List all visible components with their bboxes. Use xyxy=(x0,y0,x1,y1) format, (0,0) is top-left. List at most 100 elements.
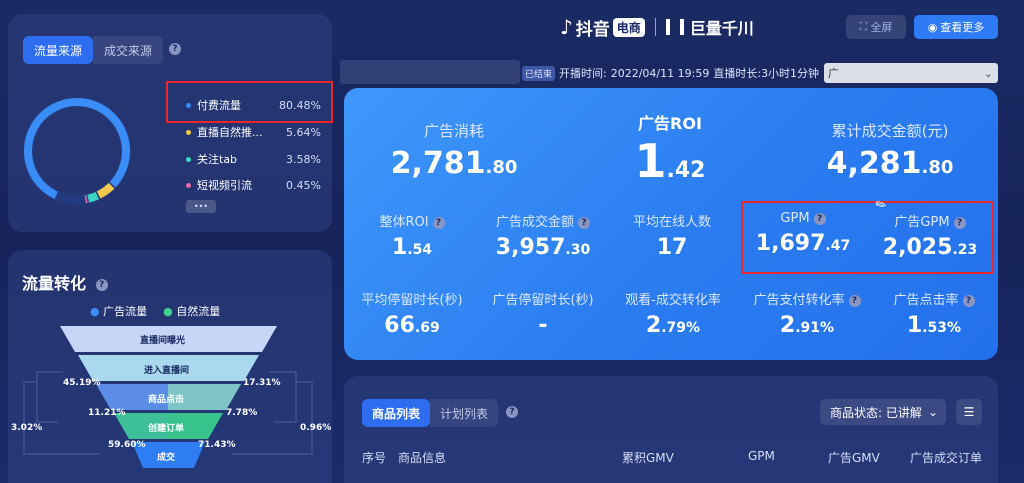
funnel-left-pct-1: 45.19% xyxy=(63,378,101,388)
metric-ad-stay: 广告停留时长(秒) - xyxy=(478,289,608,338)
product-status-select[interactable]: 商品状态: 已讲解 ⌄ xyxy=(820,399,946,425)
legend-item-natural[interactable]: 直播自然推... 5.64% xyxy=(186,124,321,140)
douyin-badge: 电商 xyxy=(612,17,645,37)
metric-label: 广告成交金额? xyxy=(478,211,608,230)
tab-traffic-source-label: 流量来源 xyxy=(33,43,82,58)
column-header-ad-orders: 广告成交订单 xyxy=(910,451,983,465)
start-time-value: 2022/04/11 19:59 xyxy=(610,66,710,80)
qianchuan-logo-icon xyxy=(665,19,684,35)
funnel-outer-right-pct: 0.96% xyxy=(300,423,332,433)
tab-plan-list[interactable]: 计划列表 xyxy=(430,399,498,427)
list-settings-icon: ☰ xyxy=(963,405,975,419)
funnel-legend: ● 广告流量 ● 自然流量 xyxy=(90,303,220,319)
traffic-source-panel: 流量来源 成交来源 ? xyxy=(8,14,332,232)
legend-label: 直播自然推... xyxy=(197,126,263,139)
funnel-right-pct-1: 17.31% xyxy=(243,378,281,388)
legend-dot xyxy=(186,156,191,162)
metric-ad-ctr: 广告点击率? 1.53% xyxy=(874,289,994,338)
funnel-stage-order: 创建订单 xyxy=(148,424,185,434)
douyin-logo-icon: ♪ xyxy=(560,15,573,39)
column-header-index: 序号 xyxy=(362,451,387,465)
help-icon[interactable]: ? xyxy=(95,278,108,291)
funnel-legend-ad: ● 广告流量 xyxy=(90,305,148,318)
duration-value: 3小时1分钟 xyxy=(761,67,820,80)
funnel-stage-exposure: 直播间曝光 xyxy=(140,336,186,346)
metric-label: 广告点击率? xyxy=(874,289,994,308)
metric-label: 观看-成交转化率 xyxy=(625,293,721,308)
metric-value: 1.54 xyxy=(391,235,433,260)
funnel-stage-click: 商品点击 xyxy=(148,395,185,405)
metric-label: 广告停留时长(秒) xyxy=(492,293,594,308)
metric-overall-roi: 整体ROI? 1.54 xyxy=(352,211,472,260)
metric-label: 广告支付转化率? xyxy=(742,289,872,308)
legend-pct: 3.58% xyxy=(286,152,321,166)
live-room-select[interactable]: 广 ⌄ xyxy=(824,63,998,83)
metric-label: 整体ROI? xyxy=(352,211,472,230)
column-header-product-info: 商品信息 xyxy=(398,451,447,465)
help-icon[interactable]: ? xyxy=(432,216,445,229)
metric-label: 广告消耗 xyxy=(423,122,484,140)
tab-traffic-source[interactable]: 流量来源 xyxy=(23,36,93,64)
metric-label: 累计成交金额(元) xyxy=(831,122,949,140)
metric-ad-pay-rate: 广告支付转化率? 2.91% xyxy=(742,289,872,338)
funnel-outer-left-pct: 3.02% xyxy=(11,423,43,433)
donut-slice-2 xyxy=(23,98,130,204)
qianchuan-text: 巨量千川 xyxy=(689,19,754,38)
metric-ad-deal-amount: 广告成交金额? 3,957.30 xyxy=(478,211,608,260)
help-icon[interactable]: ? xyxy=(169,43,181,55)
metric-value: 2.79% xyxy=(645,313,701,338)
metric-ad-cost: 广告消耗 2,781.80 xyxy=(374,120,534,181)
funnel-title: 流量转化 ? xyxy=(22,270,108,294)
metric-label: 广告ROI xyxy=(638,114,702,133)
funnel-right-pct-3: 71.43% xyxy=(198,440,236,450)
metric-avg-stay: 平均停留时长(秒) 66.69 xyxy=(352,289,472,338)
funnel-right-pct-2: 7.78% xyxy=(226,408,258,418)
legend-more-button[interactable]: ••• xyxy=(186,200,216,213)
tab-deal-source[interactable]: 成交来源 xyxy=(93,36,163,64)
fullscreen-button[interactable]: ⛶ 全屏 xyxy=(846,15,906,39)
metric-avg-online: 平均在线人数 17 xyxy=(612,211,732,260)
legend-label: 短视频引流 xyxy=(197,179,252,192)
start-time-label: 开播时间: xyxy=(559,67,607,80)
column-settings-button[interactable]: ☰ xyxy=(956,399,982,425)
metric-label: 平均在线人数 xyxy=(632,215,711,230)
live-status-badge: 已结束 xyxy=(522,65,556,81)
funnel-legend-natural: ● 自然流量 xyxy=(163,305,221,318)
legend-item-short-video[interactable]: 短视频引流 0.45% xyxy=(186,177,321,193)
duration-label: 直播时长: xyxy=(713,67,762,80)
product-status-select-value: 商品状态: 已讲解 xyxy=(830,405,922,420)
metric-value: 2.91% xyxy=(779,313,835,338)
help-icon[interactable]: ? xyxy=(578,216,590,229)
metric-label: 平均停留时长(秒) xyxy=(361,293,463,308)
eye-icon: ◉ xyxy=(927,20,938,34)
metric-total-deal: 累计成交金额(元) 4,281.80 xyxy=(800,120,980,181)
help-icon[interactable]: ? xyxy=(506,406,518,418)
product-panel xyxy=(344,376,998,483)
column-header-gpm: GPM xyxy=(748,449,775,463)
metric-view-deal-rate: 观看-成交转化率 2.79% xyxy=(608,289,738,338)
tab-deal-source-label: 成交来源 xyxy=(103,43,152,58)
metric-value: 3,957.30 xyxy=(495,235,591,260)
tab-product-list-label: 商品列表 xyxy=(371,406,420,421)
help-icon[interactable]: ? xyxy=(962,294,975,307)
legend-label: 关注tab xyxy=(197,153,238,166)
blurred-area xyxy=(340,60,520,84)
tab-plan-list-label: 计划列表 xyxy=(439,406,488,421)
metric-value: 17 xyxy=(656,235,688,260)
view-more-label: 查看更多 xyxy=(940,21,985,34)
donut-slice-1 xyxy=(23,98,130,204)
help-icon[interactable]: ? xyxy=(848,294,861,307)
donut-slice-0 xyxy=(23,98,130,204)
legend-dot xyxy=(186,182,191,188)
view-more-button[interactable]: ◉ 查看更多 xyxy=(914,15,998,39)
metric-value: 1.42 xyxy=(634,134,706,188)
column-header-ad-gmv: 广告GMV xyxy=(828,451,880,465)
donut-slice-3 xyxy=(23,98,130,204)
tab-product-list[interactable]: 商品列表 xyxy=(362,399,430,427)
chevron-down-icon: ⌄ xyxy=(927,405,938,419)
legend-item-follow[interactable]: 关注tab 3.58% xyxy=(186,151,321,167)
highlight-box-paid xyxy=(166,81,333,123)
brand-header: ♪ 抖音 电商 巨量千川 xyxy=(560,12,800,42)
funnel-left-pct-3: 59.60% xyxy=(108,440,146,450)
funnel-stage-deal: 成交 xyxy=(157,453,176,463)
